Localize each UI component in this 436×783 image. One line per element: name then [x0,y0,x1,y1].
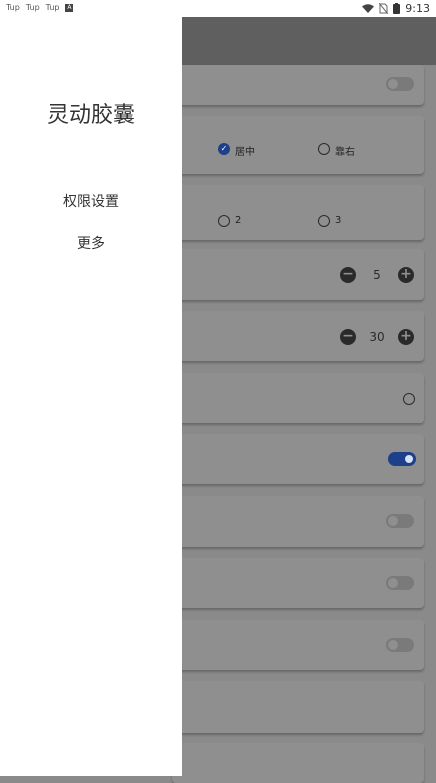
toggle-switch[interactable] [388,452,416,466]
status-bar-right: 9:13 [362,2,430,15]
radio-center[interactable]: ✓ [218,143,230,155]
notification-a-icon: A [65,3,74,12]
radio-single[interactable] [403,393,415,405]
radio-2-label: 2 [235,215,242,226]
radio-right-label: 靠右 [335,147,355,158]
toggle-switch[interactable] [386,576,414,590]
decrement-button[interactable]: − [340,329,356,345]
settings-card-position: ✓ 居中 靠右 [172,116,424,174]
stepper-value: 5 [373,268,381,282]
status-bar: Tup Tup Tup A 9:13 [0,0,436,17]
status-time: 9:13 [405,2,430,15]
settings-card-toggle-1 [172,65,424,105]
settings-card-count: 2 3 [172,185,424,240]
settings-card-blank-1 [172,681,424,733]
increment-button[interactable]: + [398,329,414,345]
settings-card-blank-2 [172,743,424,783]
toggle-switch[interactable] [386,638,414,652]
radio-3-label: 3 [335,215,342,226]
radio-3[interactable] [318,215,330,227]
settings-card-toggle-4 [172,558,424,608]
stepper-value: 30 [369,330,385,344]
drawer-item-more[interactable]: 更多 [0,233,182,253]
settings-card-toggle-3 [172,496,424,547]
battery-icon [393,3,401,14]
notification-icon: Tup [25,3,40,12]
drawer-title: 灵动胶囊 [46,103,135,128]
wifi-icon [362,3,375,13]
radio-2[interactable] [218,215,230,227]
settings-card-toggle-2 [172,434,424,484]
toggle-switch[interactable] [386,514,414,528]
radio-center-label: 居中 [235,147,255,158]
status-bar-left: Tup Tup Tup A [6,3,74,12]
no-sim-icon [379,3,389,14]
notification-icon: Tup [45,3,60,12]
settings-card-stepper-2: − 30 + [172,311,424,361]
notification-icon: Tup [6,3,20,12]
settings-card-radio-single [172,373,424,423]
drawer-item-permissions[interactable]: 权限设置 [0,191,182,211]
increment-button[interactable]: + [398,267,414,283]
toggle-switch[interactable] [386,77,414,91]
settings-card-stepper-1: − 5 + [172,249,424,300]
radio-right[interactable] [318,143,330,155]
settings-card-toggle-5 [172,620,424,670]
navigation-drawer: 灵动胶囊 权限设置 更多 [0,17,182,776]
decrement-button[interactable]: − [340,267,356,283]
